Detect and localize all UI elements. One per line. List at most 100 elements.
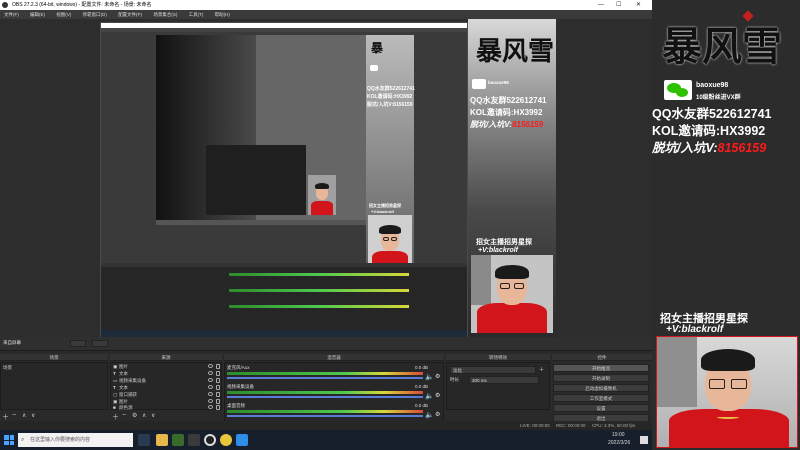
task-view-icon[interactable] (138, 434, 150, 446)
scene-item[interactable]: 场景 (3, 364, 107, 371)
source-item-window-capture[interactable]: ▢ 窗口捕获 (113, 391, 220, 398)
scene-properties-button[interactable] (92, 340, 108, 347)
lock-icon[interactable] (216, 371, 220, 376)
preview-recruit-1: 招女主播招男星探 (476, 239, 532, 246)
sources-header: 来源 (110, 354, 222, 361)
obs-taskbar-icon[interactable] (204, 434, 216, 446)
lock-icon[interactable] (216, 385, 220, 390)
overlay-webcam (656, 336, 798, 448)
scenes-up-icon[interactable]: ∧ (22, 412, 26, 419)
game-app-icon[interactable] (172, 434, 184, 446)
visibility-icon[interactable] (208, 364, 213, 368)
visibility-icon[interactable] (208, 405, 213, 409)
duration-label: 时长 (450, 377, 459, 382)
preview-quit: 脱坑/入坑V:8156159 (470, 119, 543, 130)
gear-icon[interactable]: ⚙ (435, 373, 440, 380)
nested-meter-2 (229, 289, 409, 292)
menu-edit[interactable]: 编辑(E) (30, 12, 45, 17)
scenes-down-icon[interactable]: ∨ (31, 412, 35, 419)
mixer-meter (227, 372, 423, 375)
scenes-panel: 场景 (0, 362, 108, 410)
taskbar-search[interactable]: ⌕ 在这里输入你要搜索的内容 (18, 433, 133, 447)
speaker-icon[interactable]: 🔈 (425, 392, 434, 400)
mixer-meter (227, 391, 423, 394)
wechat-icon (664, 80, 692, 100)
windows-start-icon[interactable] (4, 435, 14, 445)
lock-icon[interactable] (216, 405, 220, 410)
scene-filter-button[interactable] (70, 340, 86, 347)
rec-status: REC: 00:00:00 (556, 423, 586, 428)
lock-icon[interactable] (216, 378, 220, 383)
transition-select[interactable]: 淡化 (450, 366, 536, 374)
lock-icon[interactable] (216, 364, 220, 369)
start-recording-button[interactable]: 开始录制 (553, 374, 649, 382)
visibility-icon[interactable] (208, 371, 213, 375)
sources-down-icon[interactable]: ∨ (151, 412, 155, 419)
edge-icon[interactable] (236, 434, 248, 446)
lock-icon[interactable] (216, 399, 220, 404)
menu-help[interactable]: 帮助(H) (215, 12, 230, 17)
volume-slider[interactable] (227, 415, 423, 417)
visibility-icon[interactable] (208, 399, 213, 403)
visibility-icon[interactable] (208, 378, 213, 382)
volume-slider[interactable] (227, 396, 423, 398)
source-item-text[interactable]: T 文本 (113, 370, 220, 377)
wechat-bubble-icon (676, 88, 688, 97)
visibility-icon[interactable] (208, 385, 213, 389)
menu-profile[interactable]: 配置文件(P) (118, 12, 142, 17)
source-item-video-capture[interactable]: ▭ 视频采集设备 (113, 377, 220, 384)
nested-promo-column: 暴 QQ水友群522612741 KOL邀请码:HX3992 脱坑/入坑V:81… (366, 35, 415, 285)
source-label: 图片 (119, 364, 128, 369)
scenes-remove-button[interactable]: − (12, 412, 16, 419)
sources-remove-button[interactable]: − (122, 412, 126, 419)
start-streaming-button[interactable]: 开始推流 (553, 364, 649, 372)
sources-settings-icon[interactable]: ⚙ (132, 412, 137, 419)
preview-promo-column: 暴风雪 baoxue98 QQ水友群522612741 KOL邀请码:HX399… (468, 19, 556, 337)
chrome-icon[interactable] (220, 434, 232, 446)
gear-icon[interactable]: ⚙ (435, 411, 440, 418)
overlay-logo: 暴风雪 (662, 23, 782, 70)
duration-input[interactable]: 300 ms (469, 376, 539, 384)
overlay-quit-value: 8156159 (717, 141, 767, 155)
menu-tools[interactable]: 工具(T) (189, 12, 204, 17)
menu-view[interactable]: 视图(V) (56, 12, 71, 17)
add-transition-icon[interactable]: ＋ (539, 366, 544, 373)
obs-dock: 来自屏幕 场景 场景 ＋ − ∧ ∨ 来源 ▣ 图片 T 文本 ▭ 视频采集设备 T文… (0, 337, 652, 430)
nested-meter-1 (229, 273, 409, 276)
source-item-color[interactable]: ■ 颜色源 (113, 404, 220, 411)
visibility-icon[interactable] (208, 392, 213, 396)
search-placeholder: 在这里输入你要搜索的内容 (30, 437, 91, 443)
menu-docks[interactable]: 停靠窗口(D) (83, 12, 107, 17)
speaker-icon[interactable]: 🔈 (425, 411, 434, 419)
source-item-text[interactable]: T 文本 (113, 384, 220, 391)
speaker-icon[interactable]: 🔈 (425, 373, 434, 381)
maximize-button[interactable]: ☐ (616, 0, 621, 10)
volume-slider[interactable] (227, 377, 423, 379)
menu-scene-collection[interactable]: 场景集合(S) (153, 12, 177, 17)
preview-logo: 暴风雪 (476, 37, 555, 67)
settings-button[interactable]: 设置 (553, 404, 649, 412)
tunnel-dock (206, 145, 306, 215)
mixer-header: 混音器 (224, 354, 444, 361)
menu-file[interactable]: 文件(F) (4, 12, 19, 17)
source-item-image[interactable]: ▣ 图片 (113, 363, 220, 370)
lock-icon[interactable] (216, 392, 220, 397)
clock-date[interactable]: 2022/3/26 (608, 440, 630, 446)
clock-time[interactable]: 19:00 (612, 432, 625, 438)
close-button[interactable]: ✕ (636, 0, 641, 10)
mixer-track-db: 0.0 dB (415, 403, 429, 408)
mixer-panel: 麦克风/Aux 0.0 dB 🔈 ⚙ 视频采集设备 0.0 dB 🔈 ⚙ 桌面音… (224, 362, 444, 422)
gear-icon[interactable]: ⚙ (435, 392, 440, 399)
source-label: 视频采集设备 (119, 378, 146, 383)
nested-quit: 脱坑/入坑V:8156159 (367, 102, 413, 108)
nested-recruit-2: +V:blackrolf (371, 209, 394, 214)
steam-icon[interactable] (188, 434, 200, 446)
virtual-camera-button[interactable]: 启动虚拟摄像机 (553, 384, 649, 392)
sources-up-icon[interactable]: ∧ (142, 412, 146, 419)
preview-canvas[interactable]: 暴 QQ水友群522612741 KOL邀请码:HX3992 脱坑/入坑V:81… (0, 19, 652, 338)
overlay-recruit-2: +V:blackrolf (666, 324, 724, 335)
notification-icon[interactable] (640, 436, 648, 444)
studio-mode-button[interactable]: 工作室模式 (553, 394, 649, 402)
file-explorer-icon[interactable] (156, 434, 168, 446)
minimize-button[interactable]: — (598, 0, 604, 10)
